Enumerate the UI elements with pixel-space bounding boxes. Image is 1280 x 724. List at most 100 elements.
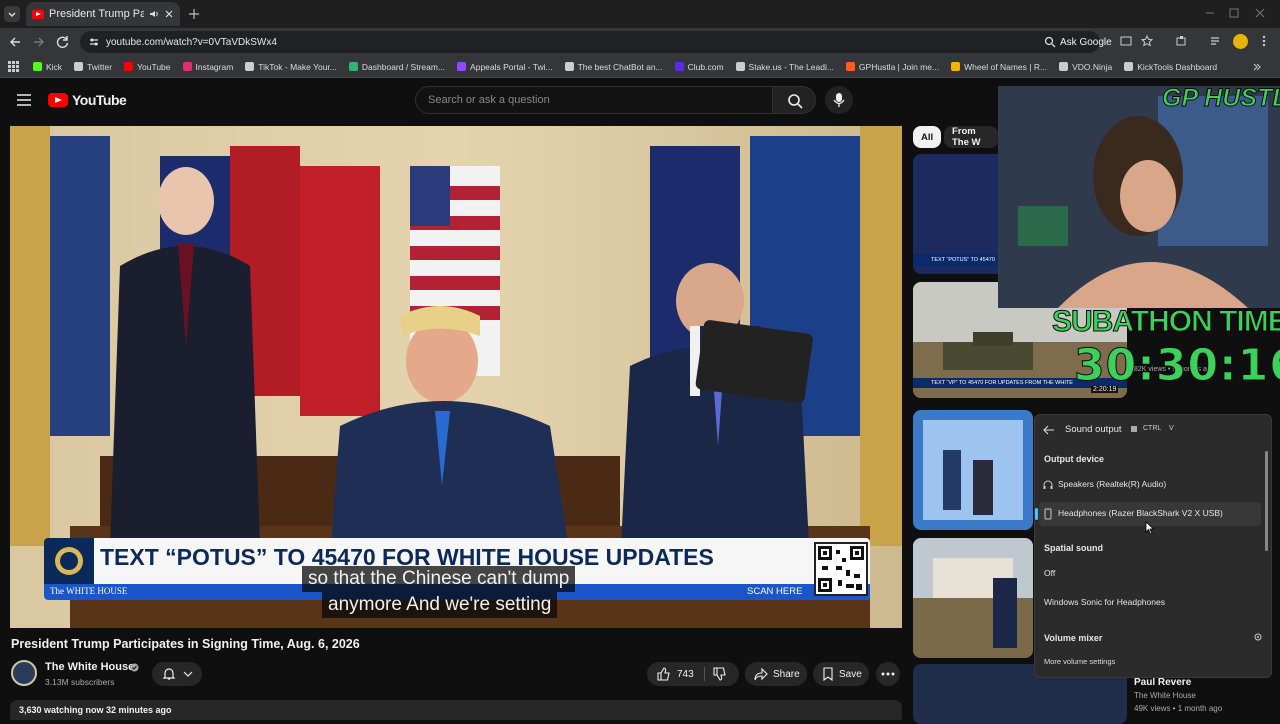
chip-all[interactable]: All — [913, 126, 942, 148]
bookmark-dashboard[interactable]: Dashboard / Stream... — [348, 61, 446, 72]
bookmark-label: Dashboard / Stream... — [361, 61, 446, 72]
bookmark-kicktools[interactable]: KickTools Dashboard — [1124, 62, 1217, 72]
instagram-icon — [182, 62, 192, 71]
youtube-favicon-icon — [32, 9, 44, 19]
save-label: Save — [839, 668, 862, 680]
bookmark-label: Wheel of Names | R... — [964, 61, 1048, 72]
bookmark-star-icon[interactable] — [1141, 35, 1153, 47]
device-speakers[interactable]: Speakers (Realtek(R) Audio) — [1039, 473, 1261, 497]
bookmark-stake[interactable]: Stake.us - The Leadi... — [735, 61, 834, 72]
thumbnail-3[interactable] — [913, 410, 1033, 530]
notifications-button[interactable] — [152, 662, 202, 686]
thumbnail-2-overlay-text: TEXT “VP” TO 45470 FOR UPDATES FROM THE … — [931, 380, 1073, 386]
forward-arrow-icon[interactable] — [32, 35, 46, 49]
bookmark-chatbot[interactable]: The best ChatBot an... — [564, 62, 663, 72]
youtube-logo[interactable]: YouTube — [48, 92, 127, 108]
profile-avatar[interactable] — [1233, 34, 1248, 49]
caption-text-1: so that the Chinese can't dump — [308, 568, 570, 589]
tab-search-button[interactable] — [4, 6, 20, 22]
verified-badge-icon — [130, 663, 139, 672]
video-5-title[interactable]: Paul Revere — [1134, 677, 1191, 688]
voice-search-button[interactable] — [825, 86, 853, 114]
speaker-icon[interactable] — [149, 9, 159, 19]
twitch-icon — [457, 62, 467, 71]
panel-scrollbar[interactable] — [1265, 451, 1268, 551]
thumbnail-1-overlay-text: TEXT “POTUS” TO 45470 — [931, 257, 995, 263]
x-icon — [74, 62, 84, 71]
bookmark-instagram[interactable]: Instagram — [182, 62, 233, 72]
more-volume-settings-link[interactable]: More volume settings — [1039, 653, 1239, 671]
subathon-timer-value: 30:30:16 — [1074, 340, 1280, 392]
kick-icon — [33, 62, 42, 71]
keyboard-icon — [1131, 426, 1137, 432]
window-controls-icon[interactable] — [1200, 6, 1270, 20]
more-actions-button[interactable] — [876, 662, 900, 686]
webcam-image — [998, 86, 1280, 308]
caption-line-2: anymore And we're setting — [322, 592, 558, 618]
search-input[interactable]: Search or ask a question — [415, 86, 773, 114]
channel-name[interactable]: The White House — [45, 661, 134, 673]
bookmark-gphustla[interactable]: GPHustla | Join me... — [845, 62, 939, 72]
ask-google-button[interactable]: Ask Google — [1044, 34, 1112, 50]
site-info-icon[interactable] — [88, 36, 100, 48]
microphone-icon — [833, 93, 845, 107]
search-button[interactable] — [772, 86, 816, 114]
tab-title: President Trump Participate — [49, 8, 144, 20]
new-tab-button[interactable] — [186, 6, 202, 22]
search-icon — [788, 94, 803, 109]
back-arrow-icon[interactable] — [1043, 425, 1055, 435]
browser-tab[interactable]: President Trump Participate — [26, 2, 180, 26]
volume-mixer-heading: Volume mixer — [1044, 633, 1103, 643]
media-controls-icon[interactable] — [1210, 35, 1222, 47]
chevron-down-icon — [8, 12, 16, 17]
like-button[interactable]: 743 — [647, 662, 703, 686]
hamburger-menu-icon[interactable] — [16, 93, 32, 107]
shortcut-ctrl: CTRL — [1143, 425, 1162, 432]
search-placeholder: Search or ask a question — [428, 94, 550, 106]
address-bar[interactable]: youtube.com/watch?v=0VTaVDkSWx4 — [80, 31, 1100, 53]
bookmark-tiktok[interactable]: TikTok - Make Your... — [245, 62, 337, 72]
browser-toolbar: youtube.com/watch?v=0VTaVDkSWx4 Ask Goog… — [0, 28, 1280, 56]
more-volume-settings-label: More volume settings — [1044, 657, 1116, 666]
bookmark-label: Kick — [46, 61, 63, 72]
bookmark-label: VDO.Ninja — [1072, 61, 1113, 72]
bookmark-club[interactable]: Club.com — [674, 61, 724, 72]
ellipsis-icon — [881, 672, 895, 676]
like-dislike-group: 743 — [647, 662, 739, 686]
close-tab-icon[interactable] — [164, 9, 174, 19]
bookmark-wheel[interactable]: Wheel of Names | R... — [951, 62, 1047, 72]
video-player[interactable]: TEXT “POTUS” TO 45470 FOR WHITE HOUSE UP… — [10, 126, 902, 628]
chip-from-the-white-house[interactable]: From The W — [944, 126, 998, 148]
chevron-down-icon — [183, 671, 193, 677]
ask-google-label: Ask Google — [1060, 36, 1112, 48]
spatial-off-option[interactable]: Off — [1039, 563, 1261, 585]
extensions-icon[interactable] — [1175, 35, 1187, 47]
back-arrow-icon[interactable] — [8, 35, 22, 49]
apps-grid-icon[interactable] — [8, 61, 19, 72]
bookmark-vdoninja[interactable]: VDO.Ninja — [1059, 62, 1112, 72]
bookmark-kick[interactable]: Kick — [33, 62, 62, 72]
dashboard-icon — [348, 62, 358, 71]
share-button[interactable]: Share — [745, 662, 807, 686]
more-menu-icon[interactable] — [1258, 35, 1270, 47]
save-button[interactable]: Save — [813, 662, 869, 686]
channel-avatar[interactable] — [11, 660, 37, 686]
dislike-button[interactable] — [707, 662, 739, 686]
selected-indicator — [1035, 508, 1038, 520]
bookmark-twitter[interactable]: Twitter — [74, 62, 112, 72]
thumbnail-4[interactable] — [913, 538, 1033, 658]
bookmark-appeals[interactable]: Appeals Portal - Twi... — [457, 62, 553, 72]
bookmark-label: Stake.us - The Leadi... — [748, 61, 834, 72]
video-5-meta: 49K views • 1 month ago — [1134, 704, 1223, 713]
bookmark-label: Twitter — [87, 61, 113, 72]
bookmark-youtube[interactable]: YouTube — [124, 62, 171, 72]
more-bookmarks-icon[interactable] — [1252, 62, 1262, 72]
divider — [704, 667, 705, 681]
bookmark-label: Club.com — [687, 61, 724, 72]
url-text: youtube.com/watch?v=0VTaVDkSWx4 — [106, 36, 277, 48]
gear-icon[interactable] — [1253, 632, 1263, 642]
windows-sonic-option[interactable]: Windows Sonic for Headphones — [1039, 592, 1261, 614]
sound-output-title: Sound output — [1065, 424, 1122, 435]
reload-icon[interactable] — [56, 35, 70, 49]
install-app-icon[interactable] — [1120, 35, 1132, 47]
